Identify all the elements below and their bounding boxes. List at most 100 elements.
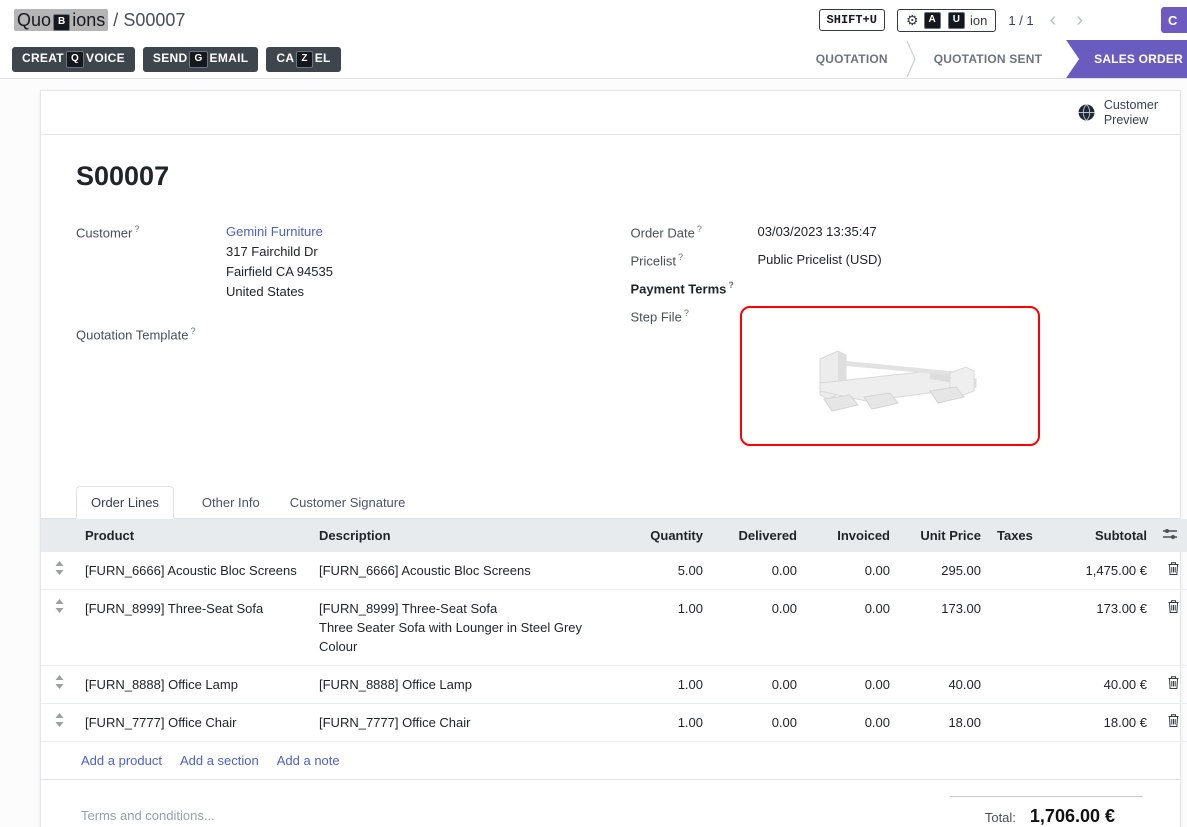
cell-unit-price[interactable]: 18.00: [898, 704, 989, 742]
customer-link[interactable]: Gemini Furniture: [226, 224, 323, 239]
help-icon: ?: [684, 308, 689, 318]
drag-handle-icon[interactable]: [55, 677, 64, 692]
send-email-button[interactable]: SENDGEMAIL: [143, 47, 258, 72]
create-button-clipped[interactable]: C: [1161, 7, 1187, 33]
cell-invoiced[interactable]: 0.00: [805, 666, 898, 704]
customer-preview-line2: Preview: [1104, 113, 1148, 127]
statusbar: QUOTATION QUOTATION SENT SALES ORDER: [798, 40, 1187, 78]
shortcut-key-badge: B: [53, 14, 70, 31]
cell-delivered[interactable]: 0.00: [711, 704, 805, 742]
tab-customer-signature[interactable]: Customer Signature: [288, 487, 408, 518]
cell-delivered[interactable]: 0.00: [711, 666, 805, 704]
table-header-row: Product Description Quantity Delivered I…: [41, 519, 1187, 552]
cell-taxes[interactable]: [989, 704, 1037, 742]
status-quotation[interactable]: QUOTATION: [798, 40, 906, 78]
cell-quantity[interactable]: 1.00: [621, 704, 711, 742]
cell-product[interactable]: [FURN_8888] Office Lamp: [77, 666, 311, 704]
delete-row-icon[interactable]: [1168, 714, 1179, 730]
cell-subtotal: 173.00 €: [1037, 590, 1155, 666]
status-sales-order[interactable]: SALES ORDER: [1066, 40, 1187, 78]
column-invoiced[interactable]: Invoiced: [805, 519, 898, 552]
status-quotation-sent[interactable]: QUOTATION SENT: [916, 40, 1060, 78]
delete-row-icon[interactable]: [1168, 676, 1179, 692]
control-panel: QuoBions / S00007 SHIFT+U ⚙ A U ion 1 / …: [0, 0, 1187, 40]
add-a-product-link[interactable]: Add a product: [81, 753, 162, 768]
breadcrumb-current: S00007: [123, 10, 185, 30]
table-row[interactable]: [FURN_6666] Acoustic Bloc Screens [FURN_…: [41, 552, 1187, 590]
cell-taxes[interactable]: [989, 552, 1037, 590]
table-row[interactable]: [FURN_7777] Office Chair [FURN_7777] Off…: [41, 704, 1187, 742]
order-date-value[interactable]: 03/03/2023 13:35:47: [758, 222, 877, 242]
customer-label: Customer?: [76, 222, 226, 302]
handle-column-header: [41, 519, 77, 552]
column-description[interactable]: Description: [311, 519, 621, 552]
breadcrumb-quotations[interactable]: QuoBions: [14, 9, 108, 31]
cell-invoiced[interactable]: 0.00: [805, 590, 898, 666]
tab-order-lines[interactable]: Order Lines: [76, 486, 174, 519]
add-a-note-link[interactable]: Add a note: [277, 753, 340, 768]
cell-description[interactable]: [FURN_7777] Office Chair: [311, 704, 621, 742]
column-quantity[interactable]: Quantity: [621, 519, 711, 552]
cell-quantity[interactable]: 1.00: [621, 666, 711, 704]
cell-subtotal: 18.00 €: [1037, 704, 1155, 742]
field-customer: Customer? Gemini Furniture 317 Fairchild…: [76, 222, 591, 302]
cell-description[interactable]: [FURN_8888] Office Lamp: [311, 666, 621, 704]
help-icon: ?: [728, 280, 734, 290]
pager-next-icon[interactable]: ›: [1072, 10, 1087, 30]
action-menu-label: ion: [970, 13, 987, 28]
add-a-section-link[interactable]: Add a section: [180, 753, 259, 768]
pricelist-value[interactable]: Public Pricelist (USD): [758, 250, 882, 270]
field-step-file: Step File?: [631, 306, 1146, 446]
step-file-3d-preview: [780, 321, 1000, 431]
cell-product[interactable]: [FURN_8999] Three-Seat Sofa: [77, 590, 311, 666]
cell-product[interactable]: [FURN_6666] Acoustic Bloc Screens: [77, 552, 311, 590]
cell-unit-price[interactable]: 173.00: [898, 590, 989, 666]
cell-quantity[interactable]: 1.00: [621, 590, 711, 666]
action-menu-button[interactable]: ⚙ A U ion: [897, 9, 996, 32]
table-row[interactable]: [FURN_8999] Three-Seat Sofa [FURN_8999] …: [41, 590, 1187, 666]
optional-columns-icon[interactable]: [1163, 528, 1177, 543]
cell-delivered[interactable]: 0.00: [711, 590, 805, 666]
create-invoice-button[interactable]: CREATQVOICE: [12, 47, 135, 72]
form-view: CustomerPreview S00007 Customer? Gemini …: [0, 79, 1187, 827]
gear-icon: ⚙: [906, 13, 919, 27]
column-subtotal[interactable]: Subtotal: [1037, 519, 1155, 552]
column-taxes[interactable]: Taxes: [989, 519, 1037, 552]
cell-unit-price[interactable]: 295.00: [898, 552, 989, 590]
shortcut-key-badge: Q: [66, 51, 84, 68]
cell-product[interactable]: [FURN_7777] Office Chair: [77, 704, 311, 742]
customer-preview-line1: Customer: [1104, 98, 1158, 112]
drag-handle-icon[interactable]: [55, 563, 64, 578]
column-unit-price[interactable]: Unit Price: [898, 519, 989, 552]
cell-taxes[interactable]: [989, 590, 1037, 666]
drag-handle-icon[interactable]: [55, 715, 64, 730]
cell-description[interactable]: [FURN_8999] Three-Seat Sofa Three Seater…: [311, 590, 621, 666]
cell-quantity[interactable]: 5.00: [621, 552, 711, 590]
cell-delivered[interactable]: 0.00: [711, 552, 805, 590]
pager-counter: 1 / 1: [1008, 13, 1033, 28]
cell-unit-price[interactable]: 40.00: [898, 666, 989, 704]
shortcut-key-badge: Z: [296, 51, 312, 68]
payment-terms-label: Payment Terms?: [631, 278, 758, 296]
pager-previous-icon[interactable]: ‹: [1046, 10, 1061, 30]
cell-invoiced[interactable]: 0.00: [805, 552, 898, 590]
drag-handle-icon[interactable]: [55, 601, 64, 616]
tab-other-info[interactable]: Other Info: [200, 487, 262, 518]
help-icon: ?: [697, 224, 702, 234]
cancel-button[interactable]: CAZEL: [266, 47, 340, 72]
shortcut-key-badge: G: [189, 51, 207, 68]
delete-row-icon[interactable]: [1168, 562, 1179, 578]
total-value: 1,706.00 €: [1030, 806, 1115, 827]
step-file-image[interactable]: [740, 306, 1040, 446]
cell-taxes[interactable]: [989, 666, 1037, 704]
customer-preview-button[interactable]: CustomerPreview: [1077, 98, 1158, 128]
delete-row-icon[interactable]: [1168, 600, 1179, 616]
cell-invoiced[interactable]: 0.00: [805, 704, 898, 742]
field-pricelist: Pricelist? Public Pricelist (USD): [631, 250, 1146, 270]
cell-subtotal: 40.00 €: [1037, 666, 1155, 704]
terms-and-conditions-placeholder[interactable]: Terms and conditions...: [81, 796, 215, 823]
table-row[interactable]: [FURN_8888] Office Lamp [FURN_8888] Offi…: [41, 666, 1187, 704]
column-product[interactable]: Product: [77, 519, 311, 552]
cell-description[interactable]: [FURN_6666] Acoustic Bloc Screens: [311, 552, 621, 590]
column-delivered[interactable]: Delivered: [711, 519, 805, 552]
